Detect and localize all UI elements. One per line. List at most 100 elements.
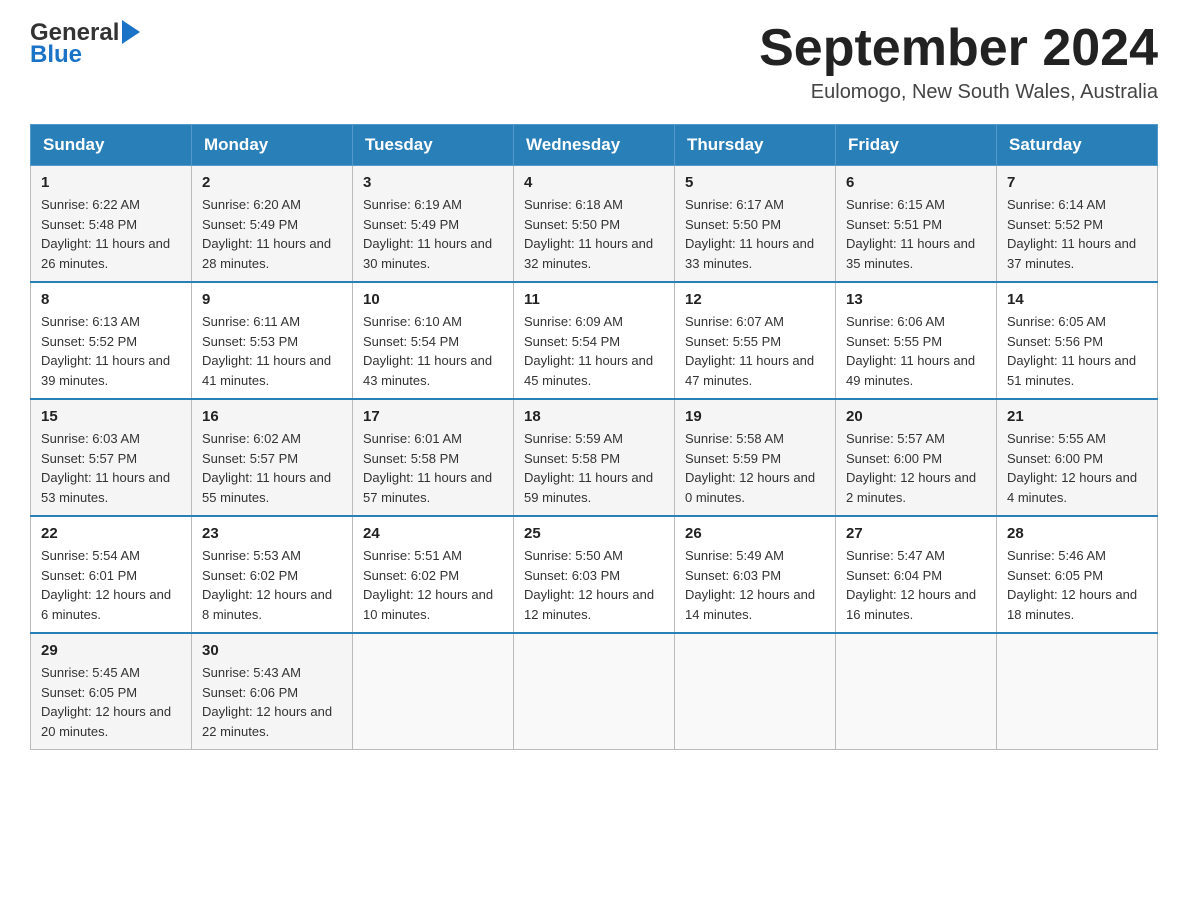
calendar-cell: 18 Sunrise: 5:59 AMSunset: 5:58 PMDaylig… [514,399,675,516]
calendar-cell: 21 Sunrise: 5:55 AMSunset: 6:00 PMDaylig… [997,399,1158,516]
day-number: 9 [202,291,342,308]
calendar-cell: 28 Sunrise: 5:46 AMSunset: 6:05 PMDaylig… [997,516,1158,633]
day-info: Sunrise: 6:22 AMSunset: 5:48 PMDaylight:… [41,197,170,271]
day-info: Sunrise: 5:57 AMSunset: 6:00 PMDaylight:… [846,431,976,505]
day-number: 29 [41,642,181,659]
day-info: Sunrise: 5:51 AMSunset: 6:02 PMDaylight:… [363,548,493,622]
column-header-sunday: Sunday [31,125,192,166]
day-info: Sunrise: 5:53 AMSunset: 6:02 PMDaylight:… [202,548,332,622]
calendar-cell: 30 Sunrise: 5:43 AMSunset: 6:06 PMDaylig… [192,633,353,750]
calendar-cell: 12 Sunrise: 6:07 AMSunset: 5:55 PMDaylig… [675,282,836,399]
day-info: Sunrise: 5:55 AMSunset: 6:00 PMDaylight:… [1007,431,1137,505]
calendar-cell: 27 Sunrise: 5:47 AMSunset: 6:04 PMDaylig… [836,516,997,633]
day-number: 21 [1007,408,1147,425]
column-header-saturday: Saturday [997,125,1158,166]
calendar-cell: 19 Sunrise: 5:58 AMSunset: 5:59 PMDaylig… [675,399,836,516]
calendar-cell: 4 Sunrise: 6:18 AMSunset: 5:50 PMDayligh… [514,166,675,283]
day-info: Sunrise: 6:06 AMSunset: 5:55 PMDaylight:… [846,314,975,388]
calendar-cell: 20 Sunrise: 5:57 AMSunset: 6:00 PMDaylig… [836,399,997,516]
day-info: Sunrise: 5:49 AMSunset: 6:03 PMDaylight:… [685,548,815,622]
calendar-cell: 5 Sunrise: 6:17 AMSunset: 5:50 PMDayligh… [675,166,836,283]
calendar-cell: 8 Sunrise: 6:13 AMSunset: 5:52 PMDayligh… [31,282,192,399]
day-number: 6 [846,174,986,191]
calendar-week-row: 1 Sunrise: 6:22 AMSunset: 5:48 PMDayligh… [31,166,1158,283]
day-number: 27 [846,525,986,542]
title-section: September 2024 Eulomogo, New South Wales… [759,20,1158,104]
calendar-cell [675,633,836,750]
column-header-monday: Monday [192,125,353,166]
calendar-cell: 1 Sunrise: 6:22 AMSunset: 5:48 PMDayligh… [31,166,192,283]
day-number: 30 [202,642,342,659]
calendar-cell: 24 Sunrise: 5:51 AMSunset: 6:02 PMDaylig… [353,516,514,633]
day-info: Sunrise: 6:02 AMSunset: 5:57 PMDaylight:… [202,431,331,505]
calendar-cell [514,633,675,750]
day-info: Sunrise: 6:11 AMSunset: 5:53 PMDaylight:… [202,314,331,388]
day-number: 7 [1007,174,1147,191]
day-info: Sunrise: 5:59 AMSunset: 5:58 PMDaylight:… [524,431,653,505]
calendar-cell: 29 Sunrise: 5:45 AMSunset: 6:05 PMDaylig… [31,633,192,750]
day-number: 8 [41,291,181,308]
day-number: 11 [524,291,664,308]
calendar-cell [836,633,997,750]
calendar-cell: 3 Sunrise: 6:19 AMSunset: 5:49 PMDayligh… [353,166,514,283]
calendar-cell: 26 Sunrise: 5:49 AMSunset: 6:03 PMDaylig… [675,516,836,633]
day-number: 25 [524,525,664,542]
calendar-cell: 9 Sunrise: 6:11 AMSunset: 5:53 PMDayligh… [192,282,353,399]
day-info: Sunrise: 5:43 AMSunset: 6:06 PMDaylight:… [202,665,332,739]
day-info: Sunrise: 5:50 AMSunset: 6:03 PMDaylight:… [524,548,654,622]
calendar-week-row: 8 Sunrise: 6:13 AMSunset: 5:52 PMDayligh… [31,282,1158,399]
logo-arrow-icon [122,20,140,44]
month-title: September 2024 [759,20,1158,77]
logo-text-blue: Blue [30,42,82,68]
day-number: 12 [685,291,825,308]
day-info: Sunrise: 5:46 AMSunset: 6:05 PMDaylight:… [1007,548,1137,622]
day-info: Sunrise: 5:47 AMSunset: 6:04 PMDaylight:… [846,548,976,622]
day-number: 4 [524,174,664,191]
day-info: Sunrise: 6:17 AMSunset: 5:50 PMDaylight:… [685,197,814,271]
day-info: Sunrise: 6:14 AMSunset: 5:52 PMDaylight:… [1007,197,1136,271]
calendar-cell: 15 Sunrise: 6:03 AMSunset: 5:57 PMDaylig… [31,399,192,516]
calendar-cell [353,633,514,750]
day-number: 23 [202,525,342,542]
calendar-week-row: 22 Sunrise: 5:54 AMSunset: 6:01 PMDaylig… [31,516,1158,633]
calendar-cell: 23 Sunrise: 5:53 AMSunset: 6:02 PMDaylig… [192,516,353,633]
calendar-cell: 7 Sunrise: 6:14 AMSunset: 5:52 PMDayligh… [997,166,1158,283]
day-info: Sunrise: 6:18 AMSunset: 5:50 PMDaylight:… [524,197,653,271]
calendar-cell: 17 Sunrise: 6:01 AMSunset: 5:58 PMDaylig… [353,399,514,516]
column-header-tuesday: Tuesday [353,125,514,166]
calendar-cell: 11 Sunrise: 6:09 AMSunset: 5:54 PMDaylig… [514,282,675,399]
day-number: 17 [363,408,503,425]
calendar-cell: 2 Sunrise: 6:20 AMSunset: 5:49 PMDayligh… [192,166,353,283]
day-number: 16 [202,408,342,425]
day-info: Sunrise: 5:58 AMSunset: 5:59 PMDaylight:… [685,431,815,505]
day-number: 13 [846,291,986,308]
day-number: 1 [41,174,181,191]
header: General Blue September 2024 Eulomogo, Ne… [30,20,1158,104]
page-wrapper: General Blue September 2024 Eulomogo, Ne… [0,0,1188,780]
day-info: Sunrise: 5:45 AMSunset: 6:05 PMDaylight:… [41,665,171,739]
location-subtitle: Eulomogo, New South Wales, Australia [759,81,1158,104]
calendar-cell: 6 Sunrise: 6:15 AMSunset: 5:51 PMDayligh… [836,166,997,283]
day-number: 10 [363,291,503,308]
calendar-cell: 14 Sunrise: 6:05 AMSunset: 5:56 PMDaylig… [997,282,1158,399]
day-info: Sunrise: 6:15 AMSunset: 5:51 PMDaylight:… [846,197,975,271]
day-number: 18 [524,408,664,425]
calendar-cell: 22 Sunrise: 5:54 AMSunset: 6:01 PMDaylig… [31,516,192,633]
day-number: 3 [363,174,503,191]
day-number: 19 [685,408,825,425]
calendar-table: SundayMondayTuesdayWednesdayThursdayFrid… [30,124,1158,750]
calendar-week-row: 29 Sunrise: 5:45 AMSunset: 6:05 PMDaylig… [31,633,1158,750]
logo: General Blue [30,20,140,69]
day-number: 22 [41,525,181,542]
day-info: Sunrise: 6:13 AMSunset: 5:52 PMDaylight:… [41,314,170,388]
day-info: Sunrise: 6:09 AMSunset: 5:54 PMDaylight:… [524,314,653,388]
calendar-cell: 10 Sunrise: 6:10 AMSunset: 5:54 PMDaylig… [353,282,514,399]
column-header-thursday: Thursday [675,125,836,166]
day-info: Sunrise: 6:20 AMSunset: 5:49 PMDaylight:… [202,197,331,271]
calendar-week-row: 15 Sunrise: 6:03 AMSunset: 5:57 PMDaylig… [31,399,1158,516]
day-info: Sunrise: 6:19 AMSunset: 5:49 PMDaylight:… [363,197,492,271]
day-number: 15 [41,408,181,425]
day-info: Sunrise: 6:01 AMSunset: 5:58 PMDaylight:… [363,431,492,505]
day-info: Sunrise: 6:10 AMSunset: 5:54 PMDaylight:… [363,314,492,388]
day-number: 26 [685,525,825,542]
